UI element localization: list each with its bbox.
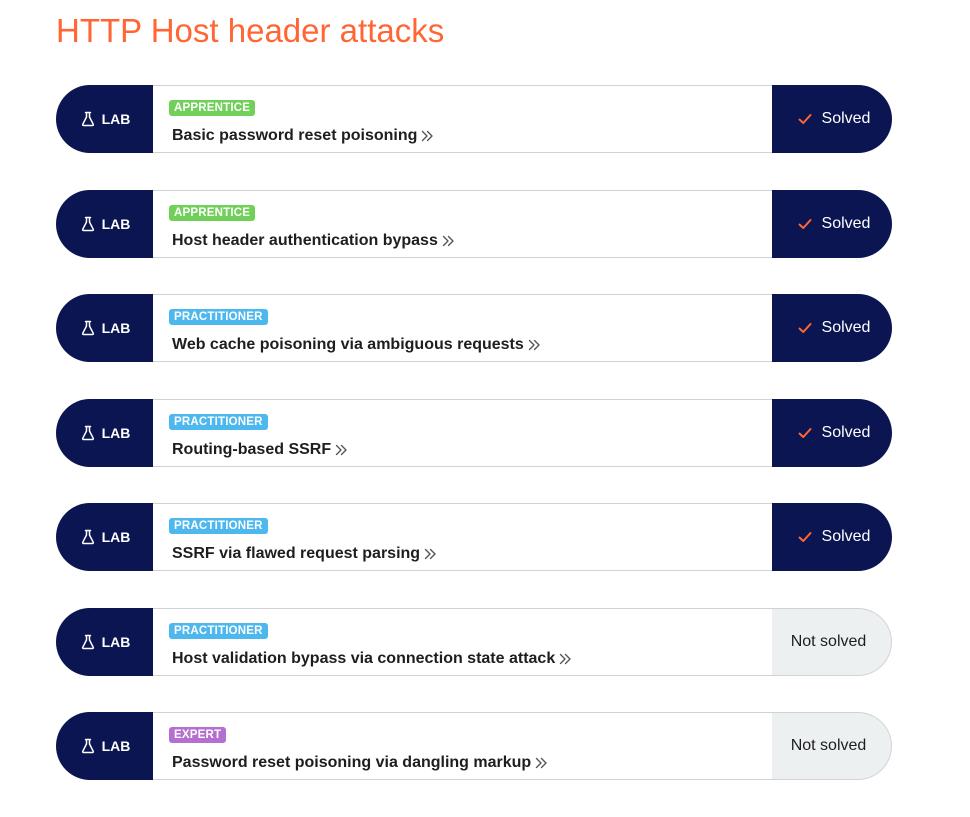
- lab-tag-label: LAB: [101, 529, 131, 545]
- level-badge: PRACTITIONER: [169, 622, 268, 639]
- check-icon: [798, 322, 812, 334]
- lab-row[interactable]: LAB PRACTITIONER SSRF via flawed request p…: [56, 503, 892, 571]
- lab-title: Password reset poisoning via dangling ma…: [172, 754, 532, 771]
- lab-status-label: Solved: [821, 528, 871, 545]
- lab-row[interactable]: LAB APPRENTICE Basic password reset poison…: [56, 85, 892, 153]
- check-icon: [798, 218, 812, 230]
- double-chevron-right-icon: [421, 130, 434, 142]
- lab-body: PRACTITIONER Web cache poisoning via ambi…: [153, 294, 772, 362]
- lab-tag-label: LAB: [101, 633, 131, 650]
- lab-title-link[interactable]: Web cache poisoning via ambiguous reques…: [172, 336, 541, 354]
- double-chevron-right-icon: [528, 339, 541, 351]
- lab-tag-label: LAB: [101, 738, 131, 754]
- flask-icon: [81, 320, 95, 336]
- lab-tag: LAB: [56, 85, 153, 153]
- lab-title-link[interactable]: Host header authentication bypass: [172, 232, 455, 250]
- lab-body: EXPERT Password reset poisoning via dangl…: [153, 712, 772, 780]
- lab-status: Not solved: [772, 607, 892, 676]
- lab-status: Solved: [772, 398, 892, 467]
- lab-status-label: Not solved: [790, 737, 867, 754]
- lab-list: LAB APPRENTICE Basic password reset poison…: [56, 85, 892, 817]
- lab-row[interactable]: LAB PRACTITIONER Web cache poisoning via a…: [56, 294, 892, 362]
- level-badge: APPRENTICE: [169, 100, 256, 116]
- lab-title: SSRF via flawed request parsing: [172, 545, 421, 562]
- lab-tag-label: LAB: [101, 424, 131, 441]
- flask-icon: [81, 216, 95, 232]
- lab-tag: LAB: [56, 607, 153, 676]
- lab-tag-label: LAB: [101, 320, 131, 336]
- lab-status: Solved: [772, 189, 892, 258]
- level-badge: APPRENTICE: [169, 204, 256, 221]
- lab-status: Solved: [772, 503, 892, 571]
- lab-status: Solved: [772, 85, 892, 153]
- lab-title-link[interactable]: SSRF via flawed request parsing: [172, 545, 437, 563]
- flask-icon: [81, 529, 95, 545]
- lab-title: Host validation bypass via connection st…: [172, 649, 556, 667]
- lab-row[interactable]: LAB APPRENTICE Host header authentication …: [56, 189, 892, 258]
- lab-body: PRACTITIONER Routing-based SSRF: [153, 398, 772, 467]
- lab-status-label: Solved: [821, 214, 871, 232]
- flask-icon: [81, 738, 95, 754]
- lab-title: Routing-based SSRF: [172, 440, 332, 458]
- flask-icon: [81, 111, 95, 127]
- lab-title: Host header authentication bypass: [172, 231, 438, 249]
- lab-title-link[interactable]: Host validation bypass via connection st…: [172, 650, 572, 668]
- level-badge: PRACTITIONER: [169, 413, 268, 430]
- lab-tag-label: LAB: [101, 215, 131, 232]
- check-icon: [798, 531, 812, 543]
- lab-tag-label: LAB: [101, 111, 131, 127]
- lab-tag: LAB: [56, 712, 153, 780]
- lab-row[interactable]: LAB PRACTITIONER Routing-based SSRF Solved: [56, 398, 892, 467]
- flask-icon: [81, 634, 95, 650]
- double-chevron-right-icon: [559, 653, 572, 665]
- lab-status-label: Solved: [821, 110, 871, 127]
- lab-status-label: Solved: [821, 319, 871, 336]
- lab-row[interactable]: LAB PRACTITIONER Host validation bypass vi…: [56, 607, 892, 676]
- page-title: HTTP Host header attacks: [56, 12, 445, 49]
- flask-icon: [81, 425, 95, 441]
- lab-title-link[interactable]: Basic password reset poisoning: [172, 127, 434, 145]
- check-icon: [798, 113, 812, 125]
- double-chevron-right-icon: [424, 548, 437, 560]
- lab-tag: LAB: [56, 398, 153, 467]
- lab-status: Not solved: [772, 712, 892, 780]
- lab-tag: LAB: [56, 294, 153, 362]
- lab-body: PRACTITIONER SSRF via flawed request pars…: [153, 503, 772, 571]
- lab-body: APPRENTICE Host header authentication byp…: [153, 189, 772, 258]
- level-badge: PRACTITIONER: [169, 518, 268, 534]
- double-chevron-right-icon: [335, 444, 348, 456]
- lab-row[interactable]: LAB EXPERT Password reset poisoning via da…: [56, 712, 892, 780]
- lab-tag: LAB: [56, 503, 153, 571]
- lab-tag: LAB: [56, 189, 153, 258]
- lab-title: Basic password reset poisoning: [172, 127, 418, 144]
- lab-status-label: Not solved: [790, 632, 867, 650]
- lab-status-label: Solved: [821, 423, 871, 441]
- double-chevron-right-icon: [442, 235, 455, 247]
- level-badge: EXPERT: [169, 727, 227, 743]
- double-chevron-right-icon: [535, 757, 548, 769]
- lab-title-link[interactable]: Routing-based SSRF: [172, 441, 348, 459]
- lab-title: Web cache poisoning via ambiguous reques…: [172, 336, 524, 353]
- lab-body: PRACTITIONER Host validation bypass via c…: [153, 607, 772, 676]
- lab-status: Solved: [772, 294, 892, 362]
- lab-body: APPRENTICE Basic password reset poisoning: [153, 85, 772, 153]
- lab-title-link[interactable]: Password reset poisoning via dangling ma…: [172, 754, 548, 772]
- check-icon: [798, 427, 812, 439]
- level-badge: PRACTITIONER: [169, 309, 268, 325]
